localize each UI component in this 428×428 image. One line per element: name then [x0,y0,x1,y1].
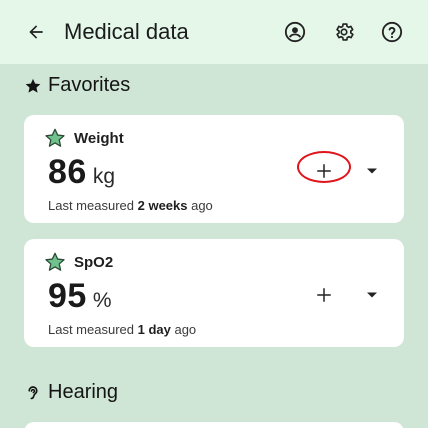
star-filled-icon[interactable] [44,127,66,149]
back-button[interactable] [20,16,52,48]
profile-button[interactable] [279,16,311,48]
favorites-label: Favorites [48,74,131,96]
card-value: 86 kg [48,153,115,192]
hearing-label: Hearing [48,381,119,403]
last-measured-text: Last measured 2 weeks ago [48,198,213,213]
top-app-bar: Medical data [0,0,428,64]
card-name: SpO2 [74,253,114,271]
hearing-card[interactable] [24,422,404,428]
plus-icon [317,164,331,178]
meta-prefix: Last measured [48,322,138,337]
account-circle-icon [284,21,306,43]
card-header: Weight [44,127,124,149]
meta-prefix: Last measured [48,198,138,213]
star-icon [25,78,41,93]
star-filled-icon[interactable] [44,251,66,273]
last-measured-text: Last measured 1 day ago [48,322,196,337]
hearing-section-title: Hearing [24,381,118,404]
meta-suffix: ago [170,322,197,337]
plus-icon [317,288,331,302]
ear-icon [28,385,38,399]
caret-down-icon [367,168,377,174]
meta-suffix: ago [187,198,213,213]
meta-duration: 1 day [137,322,171,337]
add-measurement-button[interactable] [306,153,342,189]
card-header: SpO2 [44,251,113,273]
help-circle-icon [381,21,403,43]
add-measurement-button[interactable] [306,277,342,313]
expand-dropdown-button[interactable] [362,155,382,187]
card-name: Weight [74,129,124,147]
weight-card[interactable]: Weight 86 kg Last measured 2 weeks ago [24,115,404,223]
gear-icon [336,23,354,41]
favorites-section-title: Favorites [24,74,130,97]
settings-button[interactable] [328,16,360,48]
help-button[interactable] [376,16,408,48]
value-unit: kg [92,165,116,188]
card-value: 95 % [48,277,112,316]
value-unit: % [92,289,112,312]
expand-dropdown-button[interactable] [362,279,382,311]
meta-duration: 2 weeks [137,198,188,213]
spo2-card[interactable]: SpO2 95 % Last measured 1 day ago [24,239,404,347]
arrow-left-icon [29,25,43,39]
page-title: Medical data [64,19,189,44]
value-number: 95 [48,277,87,315]
caret-down-icon [367,292,377,298]
value-number: 86 [48,153,87,191]
